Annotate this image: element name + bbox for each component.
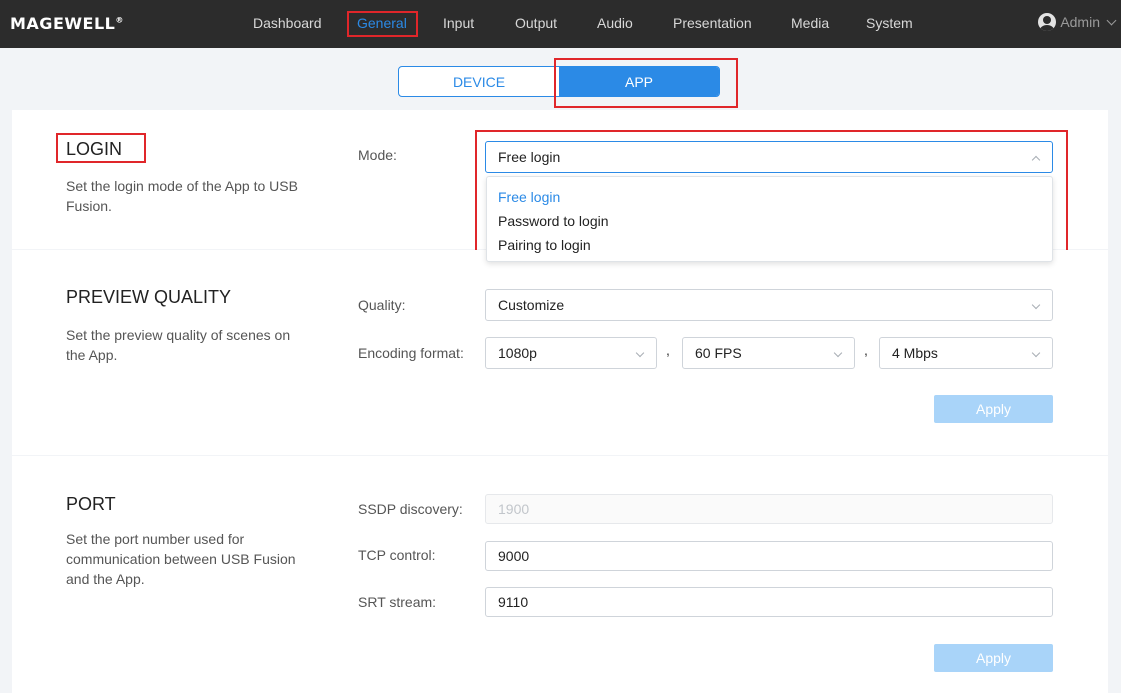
nav-media[interactable]: Media (791, 15, 829, 31)
device-app-tabs: DEVICE APP (398, 66, 720, 97)
chevron-up-icon (1031, 155, 1041, 165)
srt-stream-input[interactable]: 9110 (485, 587, 1053, 617)
chevron-down-icon (833, 348, 843, 358)
magewell-logo[interactable]: MAGEWELL® (10, 14, 124, 33)
tab-app[interactable]: APP (559, 67, 719, 96)
user-avatar-icon (1038, 13, 1057, 31)
port-title: PORT (66, 494, 116, 514)
tcp-control-label: TCP control: (358, 547, 436, 563)
logo-registered-mark: ® (115, 15, 124, 25)
srt-stream-label: SRT stream: (358, 594, 437, 610)
tab-device[interactable]: DEVICE (399, 67, 559, 96)
tcp-control-input[interactable]: 9000 (485, 541, 1053, 571)
user-name: Admin (1060, 14, 1100, 30)
preview-quality-title: PREVIEW QUALITY (66, 287, 232, 307)
login-title: LOGIN (66, 139, 123, 159)
port-apply-button[interactable]: Apply (934, 644, 1053, 672)
nav-output[interactable]: Output (515, 15, 557, 31)
encoding-format-label: Encoding format: (358, 345, 464, 361)
fps-select[interactable]: 60 FPS (682, 337, 855, 369)
bitrate-select-value: 4 Mbps (892, 345, 938, 361)
nav-dashboard[interactable]: Dashboard (253, 15, 322, 31)
top-navigation-bar: MAGEWELL® Dashboard General Input Output… (0, 0, 1121, 48)
chevron-down-icon (1106, 15, 1117, 25)
dropdown-option-free-login[interactable]: Free login (487, 185, 1052, 209)
login-description: Set the login mode of the App to USB Fus… (66, 178, 298, 214)
separator-comma: , (864, 342, 868, 358)
chevron-down-icon (635, 348, 645, 358)
nav-system[interactable]: System (866, 15, 913, 31)
dropdown-option-password-login[interactable]: Password to login (487, 209, 1052, 233)
user-menu[interactable]: Admin (1038, 13, 1117, 31)
nav-audio[interactable]: Audio (597, 15, 633, 31)
quality-select[interactable]: Customize (485, 289, 1053, 321)
preview-apply-button[interactable]: Apply (934, 395, 1053, 423)
quality-select-value: Customize (498, 297, 565, 313)
preview-quality-description: Set the preview quality of scenes on the… (66, 327, 291, 363)
chevron-down-icon (1031, 300, 1041, 310)
mode-dropdown-menu: Free login Password to login Pairing to … (486, 176, 1053, 262)
chevron-down-icon (1031, 348, 1041, 358)
ssdp-discovery-label: SSDP discovery: (358, 501, 463, 517)
fps-select-value: 60 FPS (695, 345, 742, 361)
bitrate-select[interactable]: 4 Mbps (879, 337, 1053, 369)
ssdp-discovery-input: 1900 (485, 494, 1053, 524)
logo-text: MAGEWELL (10, 14, 116, 33)
quality-label: Quality: (358, 297, 406, 313)
dropdown-option-pairing-login[interactable]: Pairing to login (487, 233, 1052, 257)
nav-input[interactable]: Input (443, 15, 474, 31)
mode-label: Mode: (358, 147, 397, 163)
mode-select[interactable]: Free login (485, 141, 1053, 173)
separator-comma: , (666, 342, 670, 358)
port-description: Set the port number used for communicati… (66, 531, 296, 587)
nav-general[interactable]: General (357, 15, 407, 31)
resolution-select[interactable]: 1080p (485, 337, 657, 369)
resolution-select-value: 1080p (498, 345, 537, 361)
nav-presentation[interactable]: Presentation (673, 15, 752, 31)
mode-select-value: Free login (498, 149, 561, 165)
